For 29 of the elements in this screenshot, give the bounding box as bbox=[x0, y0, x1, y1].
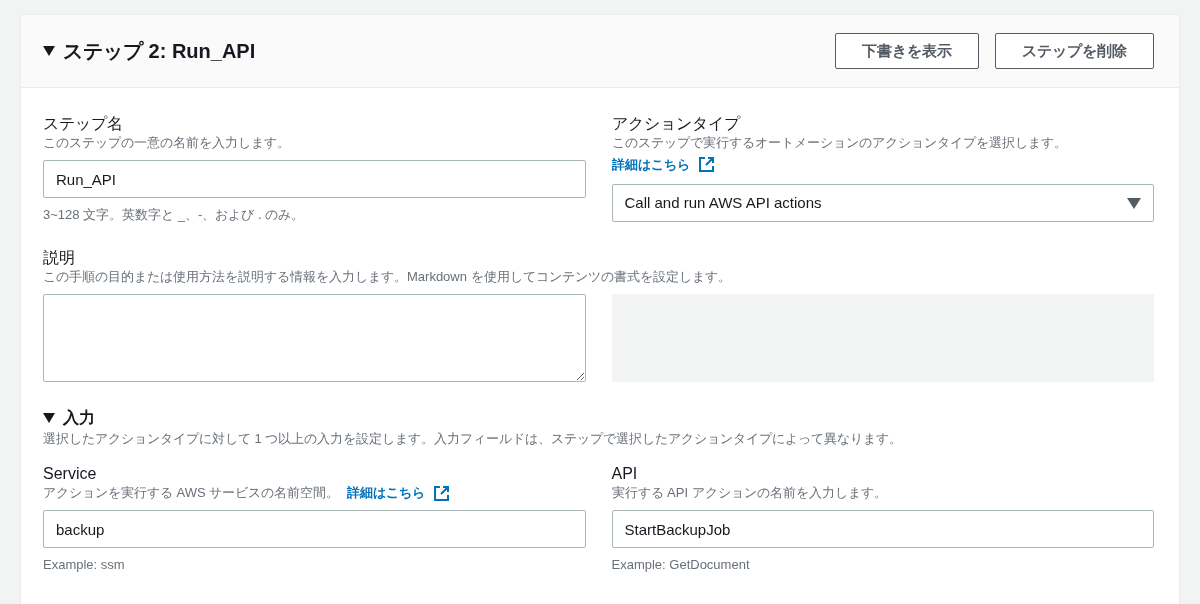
external-link-icon bbox=[433, 484, 451, 502]
field-description: 実行する API アクションの名前を入力します。 bbox=[611, 484, 888, 502]
field-label: ステップ名 bbox=[43, 114, 124, 134]
step-name-input[interactable]: Run_API bbox=[43, 160, 586, 198]
help-link[interactable]: 詳細はこちら bbox=[347, 484, 451, 502]
field-label: 説明 bbox=[43, 248, 76, 268]
help-link[interactable]: 詳細はこちら bbox=[611, 155, 715, 175]
expand-toggle-icon[interactable] bbox=[43, 413, 55, 423]
field-label: Service bbox=[43, 464, 98, 484]
step-button[interactable]: ステップを削除 bbox=[995, 32, 1154, 70]
field-hint: Example: ssm bbox=[43, 556, 126, 574]
field-hint: Example: GetDocument bbox=[611, 556, 751, 574]
field-label: API bbox=[611, 464, 639, 484]
field-description: アクションを実行する AWS サービスの名前空間。 bbox=[43, 484, 340, 502]
text-input[interactable]: backup bbox=[43, 510, 586, 548]
expand-toggle-icon[interactable] bbox=[43, 46, 55, 56]
action-type-select[interactable]: Call and run AWS API actions bbox=[611, 184, 1154, 222]
field-description: このステップの一意の名前を入力します。 bbox=[43, 134, 291, 152]
step-button[interactable]: 下書きを表示 bbox=[835, 32, 979, 70]
field-hint: 3~128 文字。英数字と _、-、および . のみ。 bbox=[43, 206, 306, 224]
section-description: 選択したアクションタイプに対して 1 つ以上の入力を設定します。入力フィールドは、ステップで選択したアクションタイプによって異なります。 bbox=[43, 430, 904, 448]
section-title: 入力 bbox=[63, 408, 95, 428]
caret-icon bbox=[1127, 197, 1141, 209]
step-title: ステップ 2: Run_API bbox=[63, 39, 256, 63]
field-description: この手順の目的または使用方法を説明する情報を入力します。Markdown を使用してコンテンツの書式を設定します。 bbox=[43, 268, 732, 286]
text-input[interactable]: StartBackupJob bbox=[611, 510, 1154, 548]
external-link-icon bbox=[697, 156, 715, 174]
field-description: このステップで実行するオートメーションのアクションタイプを選択します。 bbox=[611, 134, 1068, 152]
field-label: アクションタイプ bbox=[611, 114, 742, 134]
